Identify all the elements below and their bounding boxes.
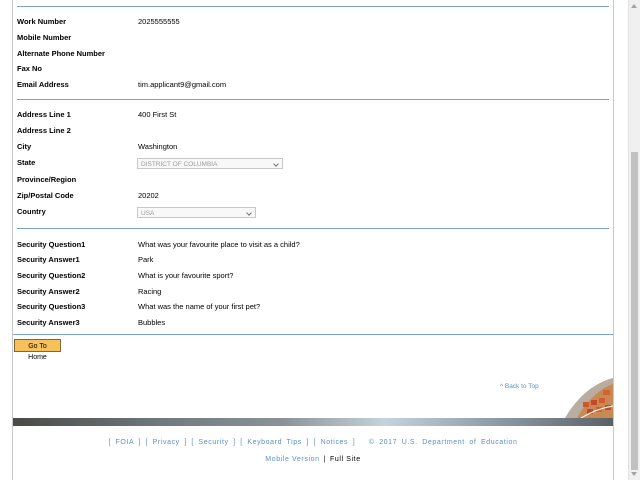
state-row: State DISTRICT OF COLUMBIA <box>17 156 607 170</box>
copyright-text: © 2017 U.S. Department of Education <box>368 439 518 446</box>
security-question2-row: Security Question2 What is your favourit… <box>17 269 607 283</box>
section-divider <box>17 99 609 100</box>
province-row: Province/Region <box>17 173 607 187</box>
fax-row: Fax No <box>17 62 607 76</box>
field-label: Address Line 2 <box>17 126 71 135</box>
field-label: Email Address <box>17 80 69 89</box>
notices-link[interactable]: [ Notices ] <box>314 439 356 446</box>
field-label: Fax No <box>17 64 43 73</box>
field-value: What was the name of your first pet? <box>138 302 261 311</box>
address-line2-row: Address Line 2 <box>17 124 607 138</box>
country-row: Country USA <box>17 205 607 219</box>
state-selected-value: DISTRICT OF COLUMBIA <box>141 161 218 168</box>
security-question3-row: Security Question3 What was the name of … <box>17 300 607 314</box>
state-select[interactable]: DISTRICT OF COLUMBIA <box>137 158 283 169</box>
alternate-phone-row: Alternate Phone Number <box>17 47 607 61</box>
field-label: State <box>17 158 36 167</box>
security-answer3-row: Security Answer3 Bubbles <box>17 316 607 330</box>
field-value: What is your favourite sport? <box>138 271 234 280</box>
country-selected-value: USA <box>141 210 155 217</box>
security-answer1-row: Security Answer1 Park <box>17 253 607 267</box>
full-site-label: Full Site <box>330 456 361 463</box>
field-value: Washington <box>138 142 178 151</box>
field-label: Security Question3 <box>17 302 86 311</box>
field-label: Zip/Postal Code <box>17 191 74 200</box>
mobile-version-link[interactable]: Mobile Version <box>265 456 319 463</box>
field-label: Country <box>17 207 46 216</box>
section-divider <box>13 334 613 335</box>
field-value: Bubbles <box>138 318 166 327</box>
field-label: Security Answer2 <box>17 287 80 296</box>
field-value: 2025555555 <box>138 17 180 26</box>
field-value: 20202 <box>138 191 159 200</box>
field-value: What was your favourite place to visit a… <box>138 240 300 249</box>
keyboard-tips-link[interactable]: [ Keyboard Tips ] <box>240 439 309 446</box>
city-row: City Washington <box>17 140 607 154</box>
field-label: City <box>17 142 32 151</box>
foia-link[interactable]: [ FOIA ] <box>108 439 141 446</box>
site-version-switch: Mobile Version | Full Site <box>13 456 613 463</box>
field-label: Alternate Phone Number <box>17 49 105 58</box>
privacy-link[interactable]: [ Privacy ] <box>146 439 187 446</box>
security-answer2-row: Security Answer2 Racing <box>17 285 607 299</box>
field-label: Mobile Number <box>17 33 72 42</box>
scroll-down-arrow-icon[interactable] <box>629 468 640 480</box>
field-value: Racing <box>138 287 162 296</box>
scrollbar-thumb[interactable] <box>631 152 638 470</box>
field-label: Address Line 1 <box>17 110 71 119</box>
address-line1-row: Address Line 1 400 First St <box>17 108 607 122</box>
section-divider <box>17 228 609 229</box>
section-divider <box>17 6 609 7</box>
field-value: 400 First St <box>138 110 177 119</box>
field-value: Park <box>138 255 154 264</box>
country-select[interactable]: USA <box>137 207 256 218</box>
work-number-row: Work Number 2025555555 <box>17 15 607 29</box>
security-link[interactable]: [ Security ] <box>191 439 235 446</box>
zip-row: Zip/Postal Code 20202 <box>17 189 607 203</box>
security-question1-row: Security Question1 What was your favouri… <box>17 238 607 252</box>
scroll-up-arrow-icon[interactable] <box>629 0 640 12</box>
separator: | <box>323 456 327 463</box>
chevron-down-icon <box>246 210 252 216</box>
page-content: Work Number 2025555555 Mobile Number Alt… <box>12 0 614 480</box>
footer-links: [ FOIA ] [ Privacy ] [ Security ] [ Keyb… <box>13 439 613 446</box>
footer-banner-image <box>13 418 613 426</box>
courtyard-decoration-image <box>565 378 613 418</box>
field-label: Work Number <box>17 17 67 26</box>
vertical-scrollbar[interactable] <box>628 0 640 480</box>
field-label: Province/Region <box>17 175 77 184</box>
chevron-down-icon <box>273 161 279 167</box>
go-to-home-button[interactable]: Go To Home <box>14 339 61 361</box>
field-label: Security Answer3 <box>17 318 80 327</box>
email-row: Email Address tim.applicant9@gmail.com <box>17 78 607 92</box>
back-to-top-link[interactable]: ^ Back to Top <box>500 383 539 390</box>
mobile-number-row: Mobile Number <box>17 31 607 45</box>
field-label: Security Question2 <box>17 271 86 280</box>
field-value: tim.applicant9@gmail.com <box>138 80 227 89</box>
field-label: Security Answer1 <box>17 255 80 264</box>
field-label: Security Question1 <box>17 240 86 249</box>
